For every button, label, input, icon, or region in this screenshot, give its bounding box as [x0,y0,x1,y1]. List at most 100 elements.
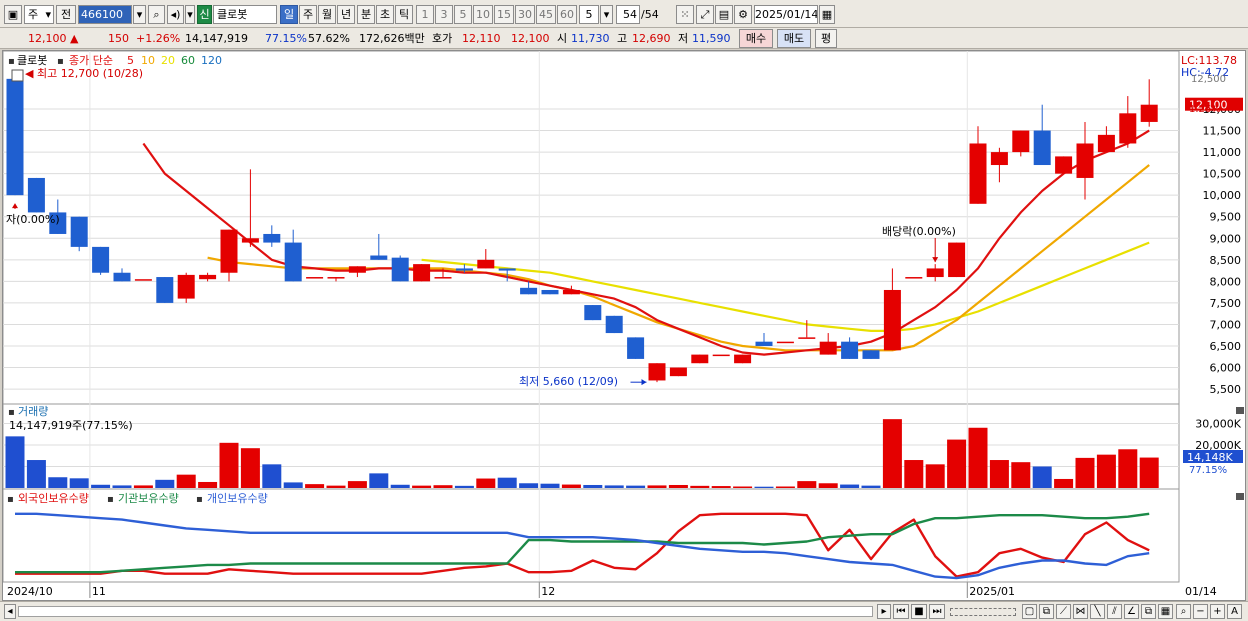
chart-menu-icon[interactable]: ▣ [4,5,22,24]
chart-canvas[interactable]: 5,500 6,000 6,500 7,000 7,500 8,000 8,500 9,000… [2,50,1245,600]
rights-annotation: 자(0.00%) [6,213,60,226]
period-button-45[interactable]: 45 [536,5,556,24]
panel-menu-icon[interactable]: ▪ [8,407,15,418]
candle-body [819,341,837,355]
buy-button[interactable]: 매수 [739,29,773,48]
copy-tool-icon[interactable]: ⧉ [1141,604,1156,619]
magnifier-icon[interactable]: ⌕ [1176,604,1191,619]
sell-button[interactable]: 매도 [777,29,811,48]
x-tick-label: 2024/10 [7,585,53,598]
candle-body [541,289,559,295]
panel-menu-icon[interactable]: ▪ [7,494,14,505]
volume-bar [882,419,902,488]
gear-icon[interactable]: ⚙ [734,5,752,24]
candle-body [1012,130,1030,153]
close-panel-icon[interactable] [1236,493,1244,500]
volume-bar [861,485,881,488]
tab-month[interactable]: 월 [318,5,336,24]
price-tick-label: 10,000 [1203,189,1242,202]
ask-price-2: 12,100 [511,32,550,45]
volume-bar [540,483,560,488]
tab-week[interactable]: 주 [299,5,317,24]
ma-legend-prefix: 종가 단순 [69,54,113,67]
date-field[interactable]: 2025/01/14 [754,5,818,24]
period-custom-field[interactable]: 5 [579,5,599,24]
tab-tick[interactable]: 틱 [395,5,413,24]
search-icon[interactable]: ⌕ [148,5,165,24]
count-field[interactable]: 54 [616,5,640,24]
tab-minute[interactable]: 분 [357,5,375,24]
zoom-slider[interactable] [950,608,1016,616]
stock-code-input[interactable]: 466100 [78,5,132,24]
volume-bar [155,479,175,488]
box-multi-icon[interactable]: ⧉ [1039,604,1054,619]
candle-body [455,268,473,271]
period-button-10[interactable]: 10 [473,5,493,24]
scroll-right-icon[interactable]: ▸ [877,604,891,619]
line-tool-icon[interactable]: ╲ [1090,604,1105,619]
speaker-icon[interactable]: ◂) [167,5,184,24]
panel-menu-icon[interactable]: ▪ [57,56,64,67]
candle-body [220,229,238,273]
panel-menu-icon[interactable]: ▪ [196,494,203,505]
chevron-down-icon[interactable]: ▾ [185,5,195,24]
fast-forward-icon[interactable]: ⏭ [929,604,945,619]
volume-bar [733,486,753,488]
period-button-15[interactable]: 15 [494,5,514,24]
font-size-icon[interactable]: A [1227,604,1242,619]
panel-menu-icon[interactable]: ▪ [107,494,114,505]
volume-bar [176,474,196,488]
close-panel-icon[interactable] [1236,407,1244,414]
angle-tool-icon[interactable]: ∠ [1124,604,1139,619]
chart-area[interactable]: 5,500 6,000 6,500 7,000 7,500 8,000 8,500 9,000… [2,50,1246,601]
stock-name-field[interactable]: 클로봇 [213,5,277,24]
prev-button[interactable]: 전 [56,5,76,24]
candle-body [306,277,324,279]
layout-tool-icon[interactable]: ▦ [1158,604,1173,619]
period-button-1[interactable]: 1 [416,5,434,24]
bottom-bar: ◂ ▸ ⏮ ■ ⏭ ▢ ⧉ ⟋ ⋈ ╲ ⫽ ∠ ⧉ ▦ ⌕ − + A [0,601,1248,621]
price-change: 150 [108,32,129,45]
tab-day[interactable]: 일 [280,5,298,24]
period-button-60[interactable]: 60 [557,5,577,24]
price-tick-label: 11,000 [1203,146,1242,159]
calendar-icon[interactable]: ▦ [819,5,835,24]
volume-bar [5,436,25,488]
candle-body [1033,130,1051,166]
volume-current-label: 14,148K [1187,451,1233,464]
fibo-tool-icon[interactable]: ⋈ [1073,604,1088,619]
zoom-out-icon[interactable]: − [1193,604,1208,619]
eval-button[interactable]: 평 [815,29,837,48]
volume-bar [347,481,367,488]
zoom-in-icon[interactable]: + [1210,604,1225,619]
chevron-down-icon[interactable]: ▾ [600,5,613,24]
candle-body [370,255,388,260]
tab-second[interactable]: 초 [376,5,394,24]
channel-tool-icon[interactable]: ⫽ [1107,604,1122,619]
calendar-icon[interactable] [11,69,24,82]
stop-icon[interactable]: ■ [911,604,927,619]
period-button-30[interactable]: 30 [515,5,535,24]
box-tool-icon[interactable]: ▢ [1022,604,1037,619]
volume-bar [454,485,474,488]
candle-body [241,238,259,243]
new-flag-badge[interactable]: 신 [197,5,212,24]
tab-year[interactable]: 년 [337,5,355,24]
draw-line-icon[interactable]: ⤢ [696,5,714,24]
panel-menu-icon[interactable]: ▪ [8,56,15,67]
candle-body [1140,104,1158,122]
save-icon[interactable]: ▤ [715,5,733,24]
candle-body [348,266,366,273]
scroll-left-icon[interactable]: ◂ [4,604,16,619]
grid-icon[interactable]: ⁙ [676,5,694,24]
period-button-5[interactable]: 5 [454,5,472,24]
candle-body [1055,156,1073,174]
period-button-3[interactable]: 3 [435,5,453,24]
horizontal-scrollbar[interactable] [18,606,873,617]
volume-bar [904,460,924,488]
trend-tool-icon[interactable]: ⟋ [1056,604,1071,619]
rewind-icon[interactable]: ⏮ [893,604,909,619]
chevron-down-icon[interactable]: ▾ [133,5,146,24]
candle-body [263,233,281,243]
market-select[interactable]: 주 ▾ [24,5,54,24]
